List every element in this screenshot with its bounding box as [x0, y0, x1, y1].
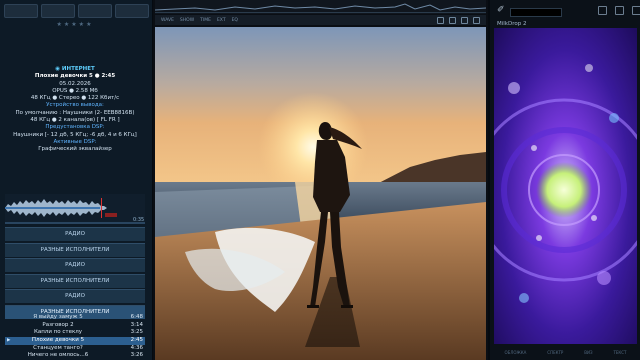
settings-icon[interactable]	[598, 6, 607, 15]
fullscreen-icon[interactable]	[615, 6, 624, 15]
viz-tab[interactable]: ВИЗ	[584, 350, 592, 355]
track-format: OPUS ● 2.58 Мб	[52, 87, 98, 94]
right-toolbar	[598, 6, 640, 15]
play-button[interactable]	[41, 4, 75, 18]
viz-tab[interactable]: ТЕКСТ	[613, 350, 626, 355]
playlist-tab[interactable]: РАЗНЫЕ ИСПОЛНИТЕЛИ	[5, 242, 145, 257]
close-icon[interactable]	[632, 6, 640, 15]
visualizer-canvas[interactable]	[494, 28, 637, 344]
volume-icon[interactable]	[473, 16, 480, 24]
milkdrop-graphic	[494, 28, 637, 344]
pause-button[interactable]	[78, 4, 112, 18]
track-row[interactable]: Я выйду замуж 5 6:48	[5, 314, 145, 322]
track-duration: 3:26	[130, 352, 143, 359]
track-duration: 4:36	[130, 344, 143, 351]
globe-icon: ◉	[55, 66, 62, 72]
viz-bottom-tabs: ОБЛОЖКА СПЕКТР ВИЗ ТЕКСТ	[494, 350, 637, 355]
track-duration: 3:14	[130, 321, 143, 328]
viz-preset-field[interactable]	[510, 8, 562, 17]
track-date: 05.02.2026	[59, 80, 91, 87]
pin-icon[interactable]: ✐	[497, 5, 505, 15]
output-device: По умолчанию : Наушники (2- EEB8816B)	[15, 109, 135, 116]
toolbar-tab[interactable]: EQ	[232, 18, 238, 23]
track-row[interactable]: Капли по стеклу 3:25	[5, 329, 145, 337]
shuffle-icon[interactable]	[449, 16, 456, 24]
playlist-tab[interactable]: РАДИО	[5, 227, 145, 241]
now-playing-title: Плохие девочки 5 ● 2:45	[34, 73, 116, 80]
playlist-icon[interactable]	[461, 16, 468, 24]
prev-button[interactable]	[4, 4, 38, 18]
time-remaining: 0:35	[133, 217, 145, 223]
track-title: Плохие девочки 5	[31, 337, 85, 344]
track-title: Разговор 2	[42, 321, 74, 328]
playlist-tab[interactable]: РАДИО	[5, 258, 145, 272]
track-title: Станцуем танго?	[33, 344, 83, 351]
center-toolbar: WAVE SHOW TIME EXT EQ	[155, 15, 486, 25]
source-label: ◉ ИНТЕРНЕТ	[55, 66, 95, 72]
dsp-preset: Наушники [- 12 дб, 5 КГц; -6 дб, 4 и 6 К…	[13, 131, 137, 138]
toolbar-tab[interactable]: TIME	[200, 18, 211, 23]
track-duration: 2:45	[130, 337, 143, 344]
toolbar-icons	[437, 16, 480, 24]
visualizer-title: MilkDrop 2	[497, 21, 527, 27]
top-spectrum	[155, 0, 486, 14]
toolbar-tab[interactable]: SHOW	[180, 18, 194, 23]
playlist-tabs: РАДИО РАЗНЫЕ ИСПОЛНИТЕЛИ РАДИО РАЗНЫЕ ИСПОЛ…	[5, 227, 145, 320]
track-row[interactable]: ▶ Плохие девочки 5 2:45	[5, 337, 145, 345]
waveform-seekbar[interactable]	[5, 194, 145, 222]
track-title: Капли по стеклу	[33, 329, 83, 336]
track-title: Ничего не омлось...6	[27, 352, 89, 359]
track-duration: 3:25	[130, 329, 143, 336]
seek-position-bar[interactable]	[5, 222, 145, 224]
toolbar-tab[interactable]: WAVE	[161, 18, 174, 23]
waveform-graphic	[5, 198, 145, 218]
track-duration: 6:48	[130, 314, 143, 320]
rating-stars[interactable]: ★★★★★	[0, 21, 150, 28]
viz-tab[interactable]: ОБЛОЖКА	[504, 350, 526, 355]
spectrum-graphic	[155, 3, 486, 13]
output-label: Устройство вывода:	[46, 102, 104, 109]
track-info: ◉ ИНТЕРНЕТ Плохие девочки 5 ● 2:45 05.02…	[0, 66, 150, 154]
track-row[interactable]: Ничего не омлось...6 3:26	[5, 352, 145, 360]
album-art	[155, 27, 486, 360]
album-art-image	[155, 27, 486, 360]
track-list: Я выйду замуж 5 6:48 Разговор 2 3:14 Капли п…	[5, 314, 145, 360]
toolbar-tab[interactable]: EXT	[217, 18, 226, 23]
track-title: Я выйду замуж 5	[33, 314, 83, 320]
transport-controls	[4, 4, 149, 18]
playlist-tab[interactable]: РАДИО	[5, 289, 145, 303]
track-row[interactable]: Станцуем танго? 4:36	[5, 345, 145, 353]
active-dsp: Графический эквалайзер	[38, 146, 112, 153]
output-params: 48 КГц ● 2 канала(ов) [ FL FR ]	[30, 117, 120, 124]
playlist-tab[interactable]: РАЗНЫЕ ИСПОЛНИТЕЛИ	[5, 273, 145, 288]
repeat-icon[interactable]	[437, 16, 444, 24]
track-row[interactable]: Разговор 2 3:14	[5, 322, 145, 330]
dsp-preset-label: Предустановка DSP:	[45, 124, 105, 131]
viz-tab[interactable]: СПЕКТР	[547, 350, 563, 355]
next-button[interactable]	[115, 4, 149, 18]
